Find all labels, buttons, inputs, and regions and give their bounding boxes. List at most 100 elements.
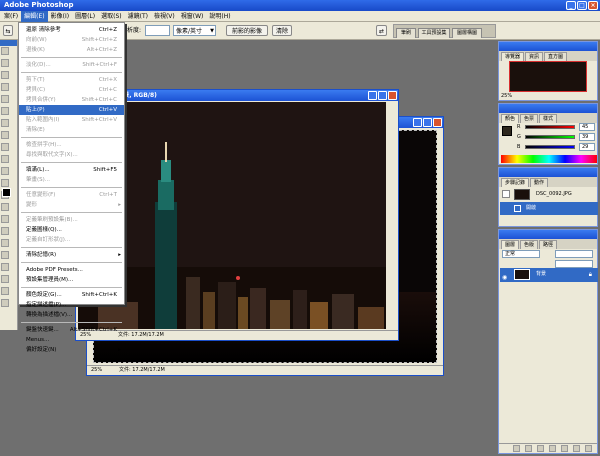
color-titlebar[interactable] (499, 104, 597, 113)
edit-menu-item[interactable]: Adobe PDF Presets... (19, 265, 124, 275)
unit-dropdown[interactable]: 像素/英寸 ▼ (173, 25, 216, 36)
shape-tool-icon[interactable] (1, 251, 9, 259)
maximize-icon[interactable] (423, 118, 432, 127)
minimize-button[interactable]: _ (566, 1, 576, 10)
tab-history[interactable]: 步驟記錄 (501, 178, 530, 187)
slice-tool-icon[interactable] (1, 107, 9, 115)
link-icon[interactable] (513, 445, 520, 452)
tab-styles[interactable]: 樣式 (539, 114, 558, 123)
g-slider[interactable] (525, 135, 575, 139)
navigator-thumbnail[interactable] (509, 61, 587, 92)
brush-tool-icon[interactable] (1, 131, 9, 139)
move-tool-icon[interactable] (1, 59, 9, 67)
menu-item-8[interactable]: 說明(H) (206, 11, 233, 22)
r-value[interactable]: 45 (579, 123, 595, 131)
edit-menu-item[interactable]: 指定描述檔(P)... (19, 300, 124, 310)
menu-item-7[interactable]: 視窗(W) (178, 11, 207, 22)
edit-menu-item[interactable]: 清除記憶(R) ▸ (19, 250, 124, 260)
tab-layer-comps[interactable]: 圖層構圖 (452, 28, 482, 38)
g-value[interactable]: 39 (579, 133, 595, 141)
tool-preset-icon[interactable]: ⇆ (3, 25, 13, 36)
menu-item-5[interactable]: 濾鏡(T) (125, 11, 151, 22)
new-group-icon[interactable] (549, 445, 556, 452)
magic-wand-tool-icon[interactable] (1, 83, 9, 91)
close-icon[interactable] (388, 91, 397, 100)
history-snapshot-row[interactable]: DSC_0092.JPG (500, 188, 598, 201)
maximize-button[interactable]: □ (577, 1, 587, 10)
tab-info[interactable]: 資訊 (525, 52, 544, 61)
minimize-icon[interactable] (413, 118, 422, 127)
document-back-zoom[interactable]: 25% (91, 366, 102, 375)
path-tool-icon[interactable] (1, 215, 9, 223)
edit-menu-item[interactable]: 偏好設定(N) ▸ (19, 345, 124, 355)
edit-menu-item[interactable]: 鍵盤快速鍵... Alt+Shift+Ctrl+K (19, 325, 124, 335)
snapshot-brush-icon[interactable] (502, 190, 510, 198)
pen-tool-icon[interactable] (1, 239, 9, 247)
history-step-row[interactable]: 開啟 (500, 202, 598, 215)
edit-menu-item[interactable]: 還原 清除參考 Ctrl+Z (19, 25, 124, 35)
spectrum-bar[interactable] (501, 155, 597, 163)
eraser-tool-icon[interactable] (1, 167, 9, 175)
edit-menu-item[interactable]: 預設集管理員(M)... (19, 275, 124, 285)
tab-navigator[interactable]: 導覽器 (501, 52, 525, 61)
menu-item-6[interactable]: 檢視(V) (151, 11, 178, 22)
menu-item-2[interactable]: 影像(I) (48, 11, 72, 22)
edit-menu-item[interactable]: 貼上(P) Ctrl+V (19, 105, 124, 115)
edit-menu-item[interactable]: 定義圖樣(Q)... (19, 225, 124, 235)
layers-titlebar[interactable] (499, 230, 597, 239)
front-image-button[interactable]: 前影的影像 (226, 25, 268, 36)
menu-item-4[interactable]: 選取(S) (98, 11, 125, 22)
tab-paths[interactable]: 路徑 (539, 240, 558, 249)
crop-tool-icon[interactable] (1, 95, 9, 103)
navigator-titlebar[interactable] (499, 42, 597, 51)
blend-mode-dropdown[interactable]: 正常 (502, 250, 540, 258)
b-slider[interactable] (525, 145, 575, 149)
mask-icon[interactable] (537, 445, 544, 452)
lasso-tool-icon[interactable] (1, 71, 9, 79)
notes-tool-icon[interactable] (1, 263, 9, 271)
close-icon[interactable] (433, 118, 442, 127)
b-value[interactable]: 29 (579, 143, 595, 151)
history-titlebar[interactable] (499, 168, 597, 177)
fg-color-swatch[interactable] (502, 126, 512, 136)
zoom-tool-icon[interactable] (1, 299, 9, 307)
minimize-icon[interactable] (368, 91, 377, 100)
maximize-icon[interactable] (378, 91, 387, 100)
dodge-tool-icon[interactable] (1, 203, 9, 211)
tab-actions[interactable]: 動作 (530, 178, 549, 187)
navigator-zoom-value[interactable]: 25% (501, 93, 512, 99)
tab-brushes[interactable]: 筆刷 (396, 28, 416, 38)
edit-menu-item[interactable]: 填滿(L)... Shift+F5 (19, 165, 124, 175)
menu-item-0[interactable]: 案(F) (1, 11, 21, 22)
tab-swatches[interactable]: 色票 (520, 114, 539, 123)
fill-field[interactable] (555, 260, 593, 268)
clear-button[interactable]: 清除 (272, 25, 292, 36)
tab-channels[interactable]: 色版 (520, 240, 539, 249)
gradient-tool-icon[interactable] (1, 179, 9, 187)
palette-toggle-icon[interactable]: ⇄ (376, 25, 387, 36)
tab-tool-presets[interactable]: 工具預設集 (418, 28, 450, 38)
stamp-tool-icon[interactable] (1, 143, 9, 151)
close-button[interactable]: × (588, 1, 598, 10)
heal-tool-icon[interactable] (1, 119, 9, 127)
edit-menu-item[interactable]: Menus... (19, 335, 124, 345)
opacity-field[interactable] (555, 250, 593, 258)
history-brush-tool-icon[interactable] (1, 155, 9, 163)
adjustment-layer-icon[interactable] (561, 445, 568, 452)
hand-tool-icon[interactable] (1, 287, 9, 295)
new-layer-icon[interactable] (573, 445, 580, 452)
edit-menu-item[interactable]: 顏色設定(G)... Shift+Ctrl+K (19, 290, 124, 300)
eye-icon[interactable]: ◉ (502, 271, 507, 284)
menu-item-3[interactable]: 圖層(L) (72, 11, 98, 22)
tab-layers[interactable]: 圖層 (501, 240, 520, 249)
tab-histogram[interactable]: 直方圖 (544, 52, 568, 61)
trash-icon[interactable] (585, 445, 592, 452)
tab-color[interactable]: 顏色 (501, 114, 520, 123)
resolution-field[interactable] (145, 25, 170, 36)
layer-style-icon[interactable] (525, 445, 532, 452)
foreground-color-swatch[interactable] (2, 188, 11, 197)
r-slider[interactable] (525, 125, 575, 129)
layer-row-background[interactable]: ◉ 背景 🔒︎ (500, 268, 598, 282)
type-tool-icon[interactable] (1, 227, 9, 235)
edit-menu-item[interactable]: 轉換為描述檔(V)... (19, 310, 124, 320)
